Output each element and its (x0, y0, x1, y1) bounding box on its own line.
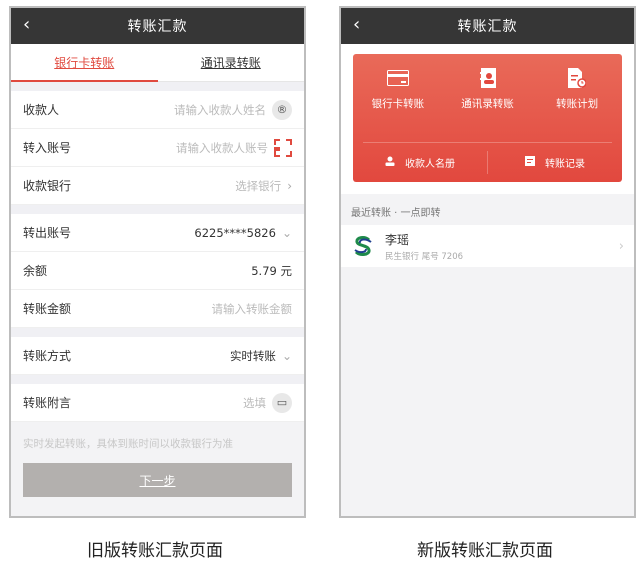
recent-payee-name: 李瑶 (385, 232, 410, 247)
payee-input[interactable]: 请输入收款人姓名 (174, 102, 266, 118)
method-label: 转账方式 (23, 349, 72, 363)
tab-bar: 银行卡转账 通讯录转账 (11, 44, 304, 82)
transfer-plan-button[interactable]: 转账计划 (532, 68, 622, 138)
tab-bank-card[interactable]: 银行卡转账 (11, 44, 158, 82)
note-input[interactable]: 选填 (243, 395, 266, 411)
page-title: 转账汇款 (127, 19, 188, 35)
tab-contacts[interactable]: 通讯录转账 (158, 44, 305, 81)
old-caption: 旧版转账汇款页面 (87, 541, 223, 561)
transfer-hint: 实时发起转账，具体到账时间以收款银行为准 (23, 438, 233, 450)
payee-field[interactable]: 收款人 请输入收款人姓名 ® (11, 91, 304, 129)
account-label: 转入账号 (23, 141, 72, 155)
method-select[interactable]: 实时转账 (230, 348, 276, 364)
contact-icon[interactable]: ® (272, 99, 292, 120)
next-button[interactable]: 下一步 (23, 463, 292, 497)
recent-section-title: 最近转账 · 一点即转 (351, 208, 441, 219)
bank-logo-icon (351, 234, 375, 258)
from-account-value[interactable]: 6225****5826 (194, 226, 276, 240)
back-button[interactable]: ‹ (23, 14, 30, 35)
note-field[interactable]: 转账附言 选填 ▭ (11, 384, 304, 422)
recent-transfer-item[interactable]: 李瑶 民生银行 尾号 7206 › (341, 225, 634, 267)
bank-field[interactable]: 收款银行 选择银行 › (11, 167, 304, 205)
old-transfer-page: ‹ 转账汇款 银行卡转账 通讯录转账 收款人 请输入收款人姓名 ® 转入账号 请… (9, 6, 306, 518)
chevron-down-icon: ⌄ (281, 348, 292, 363)
payee-label: 收款人 (23, 103, 60, 117)
chevron-right-icon: › (287, 178, 292, 193)
balance-label: 余额 (23, 264, 48, 278)
account-field[interactable]: 转入账号 请输入收款人账号 (11, 129, 304, 167)
from-account-label: 转出账号 (23, 226, 72, 240)
chevron-right-icon: › (618, 238, 624, 254)
bank-label: 收款银行 (23, 179, 72, 193)
method-field[interactable]: 转账方式 实时转账 ⌄ (11, 337, 304, 375)
from-account-field[interactable]: 转出账号 6225****5826 ⌄ (11, 214, 304, 252)
transfer-card: 银行卡转账 通讯录转账 转账计划 收款人名册 转账记录 (353, 54, 622, 182)
schedule-doc-icon (566, 68, 588, 88)
account-input[interactable]: 请输入收款人账号 (176, 140, 268, 156)
message-icon[interactable]: ▭ (272, 392, 292, 413)
new-caption: 新版转账汇款页面 (417, 541, 553, 561)
nav-bar: ‹ 转账汇款 (11, 8, 304, 44)
new-transfer-page: ‹ 转账汇款 银行卡转账 通讯录转账 转账计划 收款人名册 转账记录 最近转账 … (339, 6, 636, 518)
back-button[interactable]: ‹ (353, 14, 360, 35)
bank-select[interactable]: 选择银行 (235, 178, 281, 194)
balance-value: 5.79 元 (251, 263, 292, 278)
nav-bar: ‹ 转账汇款 (341, 8, 634, 44)
chevron-down-icon: ⌄ (281, 225, 292, 240)
page-title: 转账汇款 (457, 19, 518, 35)
bank-card-icon (386, 68, 409, 88)
payee-list-link[interactable]: 收款人名册 (353, 143, 487, 182)
contacts-transfer-button[interactable]: 通讯录转账 (443, 68, 533, 138)
amount-field[interactable]: 转账金额 请输入转账金额 (11, 290, 304, 328)
scan-icon[interactable] (274, 138, 292, 157)
person-icon (385, 156, 395, 169)
balance-row: 余额 5.79 元 (11, 252, 304, 290)
note-label: 转账附言 (23, 396, 72, 410)
record-icon (525, 156, 535, 169)
recent-payee-meta: 民生银行 尾号 7206 (385, 251, 464, 262)
bank-card-transfer-button[interactable]: 银行卡转账 (353, 68, 443, 138)
amount-input[interactable]: 请输入转账金额 (212, 301, 293, 317)
amount-label: 转账金额 (23, 302, 72, 316)
contacts-book-icon (477, 68, 499, 88)
transfer-records-link[interactable]: 转账记录 (488, 143, 622, 182)
